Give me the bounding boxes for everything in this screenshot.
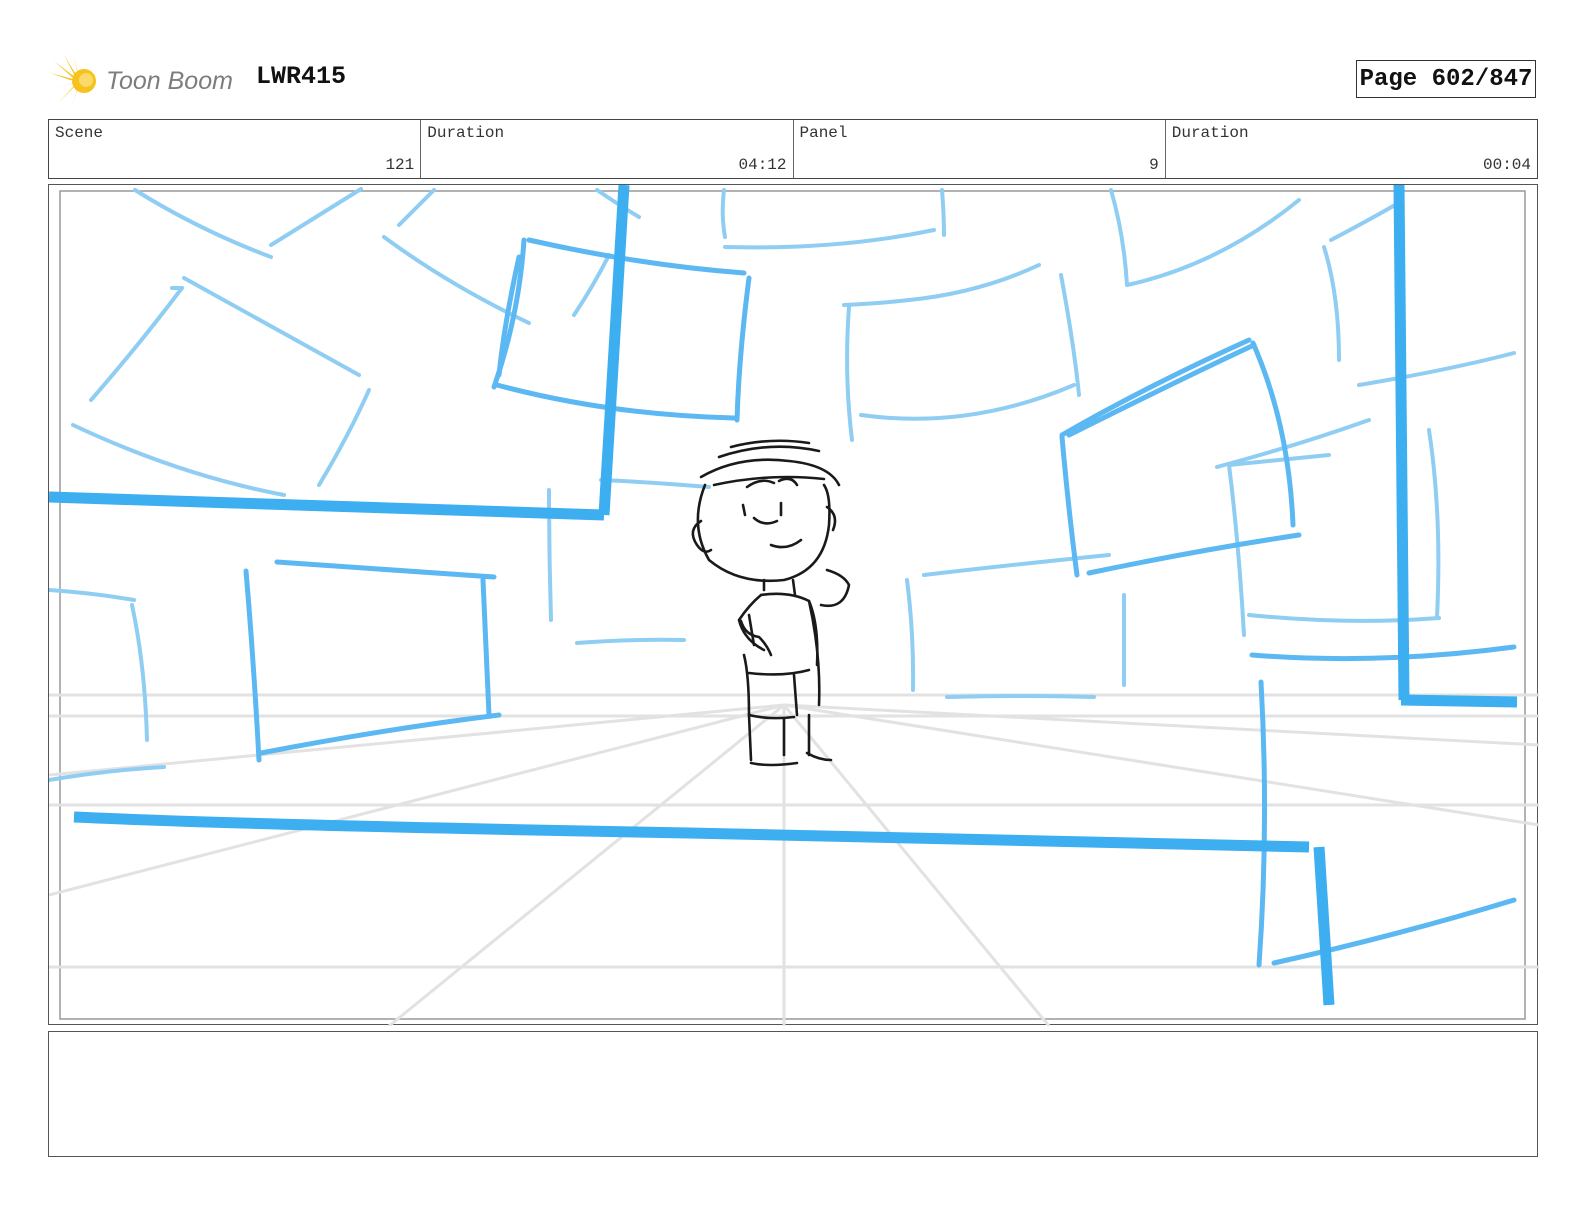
storyboard-panel	[48, 184, 1539, 1026]
toon-boom-logo: Toon Boom	[50, 55, 233, 107]
panel-duration-cell: Duration 00:04	[1164, 120, 1537, 178]
project-code: LWR415	[256, 62, 347, 91]
panel-label: Panel	[799, 124, 848, 142]
notes-area	[48, 1031, 1538, 1157]
panel-duration-label: Duration	[1171, 124, 1249, 142]
scene-duration-label: Duration	[427, 124, 505, 142]
scene-value: 121	[385, 156, 415, 174]
scene-duration-cell: Duration 04:12	[420, 120, 792, 178]
scene-info-table: Scene 121 Duration 04:12 Panel 9 Duratio…	[48, 119, 1538, 179]
scene-label: Scene	[55, 124, 104, 142]
logo-text: Toon Boom	[106, 66, 233, 95]
panel-duration-value: 00:04	[1482, 156, 1531, 174]
panel-sketch	[49, 185, 1539, 1026]
background-sketch-light	[49, 187, 1516, 782]
safe-frame	[59, 190, 1526, 1020]
page-indicator: Page 602/847	[1356, 60, 1536, 98]
scene-duration-value: 04:12	[738, 156, 787, 174]
panel-value: 9	[1149, 156, 1159, 174]
scene-cell: Scene 121	[49, 120, 420, 178]
starburst-icon	[50, 55, 96, 105]
panel-cell: Panel 9	[792, 120, 1165, 178]
